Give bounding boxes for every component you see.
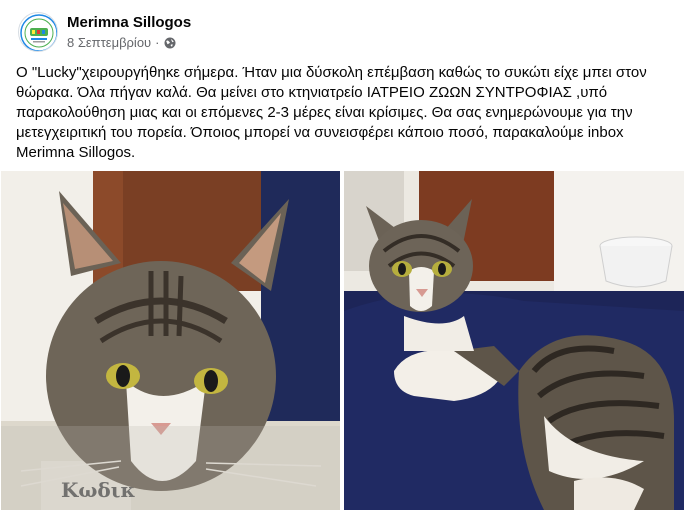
globe-icon[interactable] (164, 37, 176, 49)
post-header: Merimna Sillogos 8 Σεπτεμβρίου · (16, 11, 656, 53)
photo-cat-closeup[interactable]: Κωδικ (1, 171, 340, 510)
meta-separator: · (155, 35, 160, 50)
photo-grid: Κωδικ (0, 171, 685, 510)
facebook-post: Merimna Sillogos 8 Σεπτεμβρίου · Ο "Luck… (0, 0, 685, 510)
avatar-logo-icon (20, 14, 57, 51)
author-name[interactable]: Merimna Sillogos (67, 14, 191, 31)
post-text: Ο "Lucky"χειρουργήθηκε σήμερα. Ήταν μια … (16, 64, 647, 161)
post-meta: 8 Σεπτεμβρίου · (67, 35, 176, 50)
photo-cat-lying[interactable] (344, 171, 684, 510)
post-date[interactable]: 8 Σεπτεμβρίου (67, 35, 151, 50)
author-avatar[interactable] (18, 12, 58, 52)
